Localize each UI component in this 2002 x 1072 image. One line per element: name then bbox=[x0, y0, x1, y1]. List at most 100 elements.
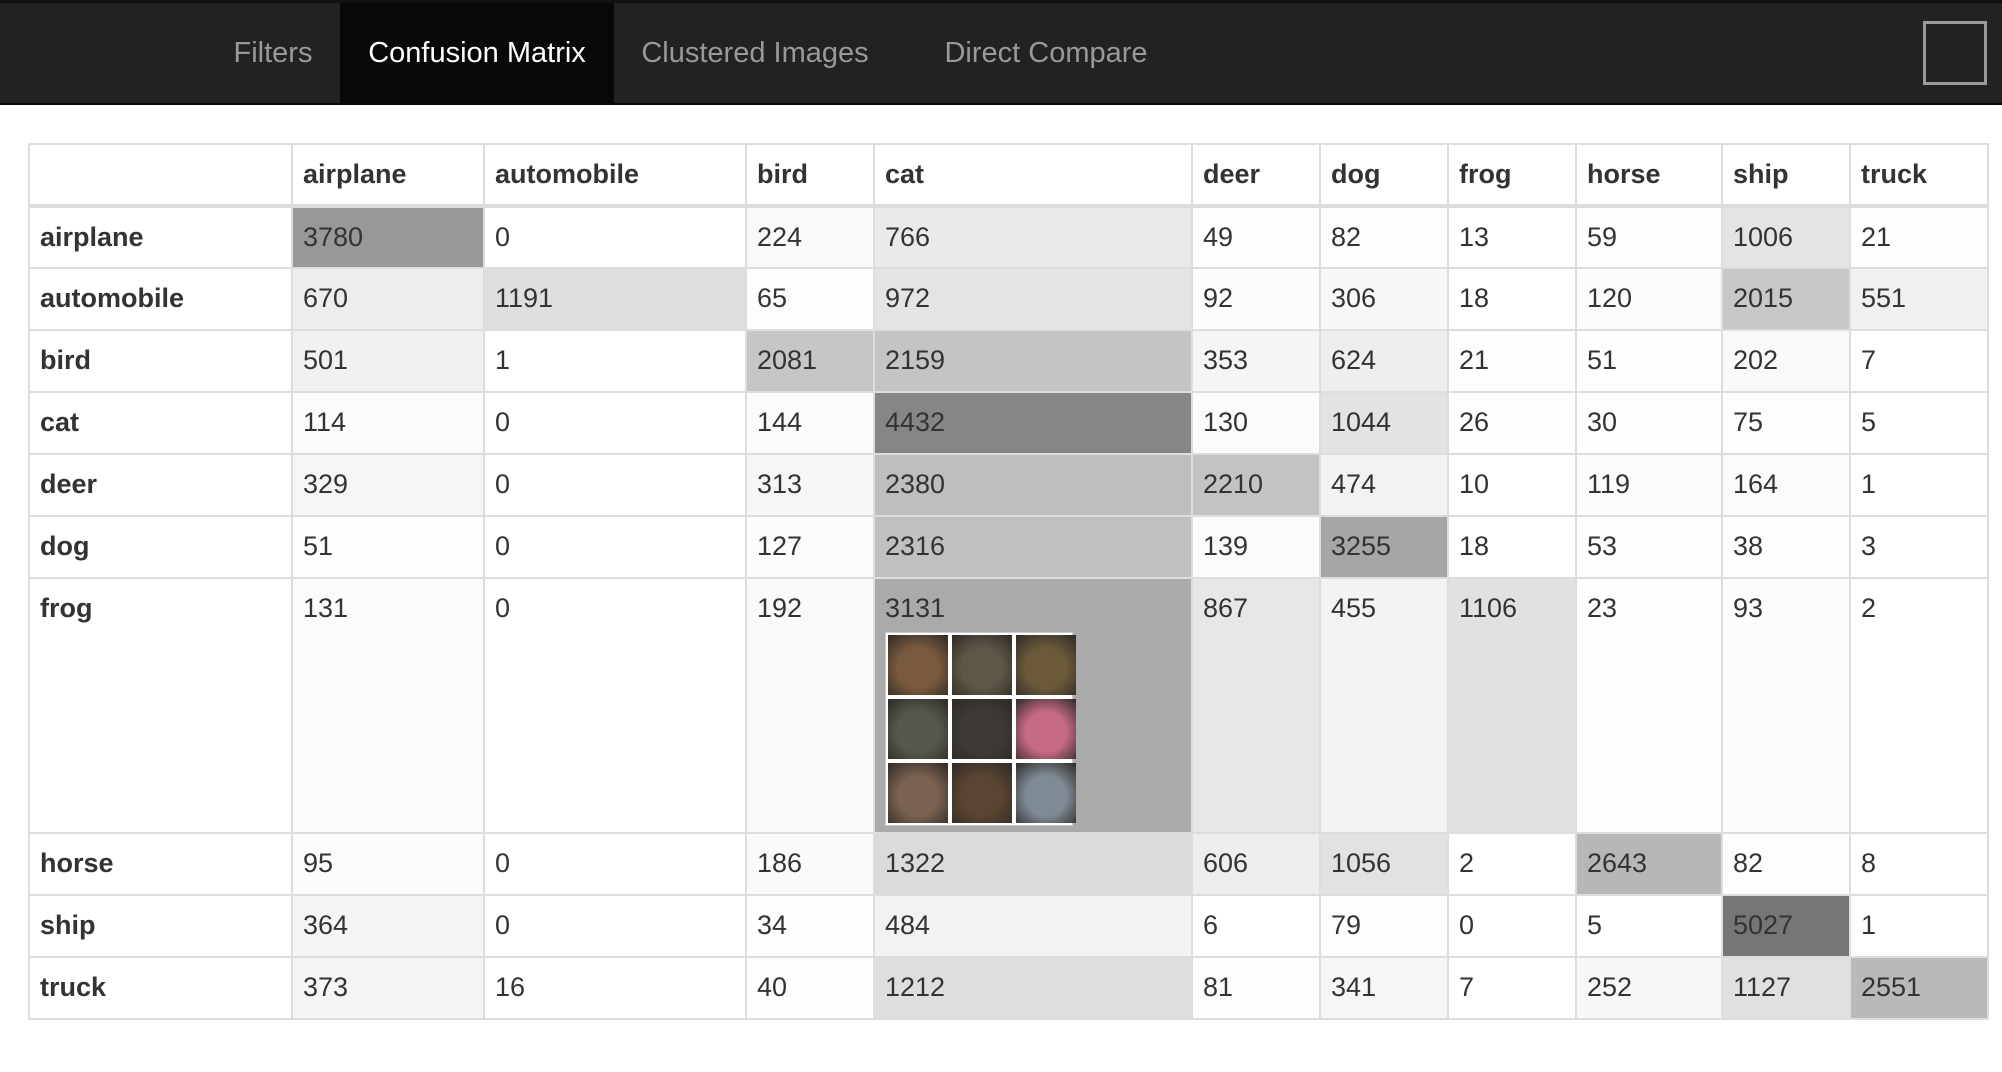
matrix-cell[interactable]: 2210 bbox=[1191, 453, 1321, 517]
matrix-cell[interactable]: 202 bbox=[1721, 329, 1851, 393]
matrix-cell[interactable]: 2380 bbox=[873, 453, 1193, 517]
image-thumbnail[interactable] bbox=[1016, 699, 1076, 759]
matrix-cell[interactable]: 2 bbox=[1849, 577, 1989, 834]
matrix-cell[interactable]: 186 bbox=[745, 832, 875, 896]
matrix-cell[interactable]: 3780 bbox=[291, 205, 485, 269]
matrix-cell[interactable]: 3 bbox=[1849, 515, 1989, 579]
matrix-cell[interactable]: 1056 bbox=[1319, 832, 1449, 896]
matrix-cell[interactable]: 867 bbox=[1191, 577, 1321, 834]
image-thumbnail[interactable] bbox=[888, 635, 948, 695]
matrix-cell[interactable]: 2 bbox=[1447, 832, 1577, 896]
matrix-cell[interactable]: 49 bbox=[1191, 205, 1321, 269]
matrix-cell[interactable]: 131 bbox=[291, 577, 485, 834]
matrix-cell[interactable]: 306 bbox=[1319, 267, 1449, 331]
matrix-cell[interactable]: 1044 bbox=[1319, 391, 1449, 455]
image-thumbnail[interactable] bbox=[1016, 763, 1076, 823]
matrix-cell[interactable]: 139 bbox=[1191, 515, 1321, 579]
matrix-cell[interactable]: 1 bbox=[1849, 453, 1989, 517]
matrix-cell[interactable]: 1 bbox=[1849, 894, 1989, 958]
matrix-cell[interactable]: 82 bbox=[1319, 205, 1449, 269]
matrix-cell[interactable]: 329 bbox=[291, 453, 485, 517]
matrix-cell[interactable]: 30 bbox=[1575, 391, 1723, 455]
matrix-cell[interactable]: 5 bbox=[1849, 391, 1989, 455]
matrix-cell[interactable]: 51 bbox=[1575, 329, 1723, 393]
matrix-cell[interactable]: 0 bbox=[1447, 894, 1577, 958]
tab-direct-compare[interactable]: Direct Compare bbox=[896, 3, 1196, 103]
matrix-cell[interactable]: 252 bbox=[1575, 956, 1723, 1020]
square-icon[interactable] bbox=[1923, 21, 1987, 85]
matrix-cell[interactable]: 144 bbox=[745, 391, 875, 455]
matrix-cell[interactable]: 192 bbox=[745, 577, 875, 834]
matrix-cell[interactable]: 4432 bbox=[873, 391, 1193, 455]
matrix-cell[interactable]: 0 bbox=[483, 515, 747, 579]
matrix-cell[interactable]: 5 bbox=[1575, 894, 1723, 958]
matrix-cell[interactable]: 7 bbox=[1849, 329, 1989, 393]
image-thumbnail[interactable] bbox=[888, 699, 948, 759]
matrix-cell[interactable]: 624 bbox=[1319, 329, 1449, 393]
matrix-cell[interactable]: 93 bbox=[1721, 577, 1851, 834]
image-thumbnail[interactable] bbox=[888, 763, 948, 823]
image-thumbnail[interactable] bbox=[952, 699, 1012, 759]
matrix-cell[interactable]: 1106 bbox=[1447, 577, 1577, 834]
matrix-cell[interactable]: 95 bbox=[291, 832, 485, 896]
matrix-cell[interactable]: 21 bbox=[1447, 329, 1577, 393]
matrix-cell[interactable]: 16 bbox=[483, 956, 747, 1020]
matrix-cell[interactable]: 79 bbox=[1319, 894, 1449, 958]
matrix-cell[interactable]: 5027 bbox=[1721, 894, 1851, 958]
matrix-cell[interactable]: 53 bbox=[1575, 515, 1723, 579]
matrix-cell[interactable]: 0 bbox=[483, 832, 747, 896]
tab-confusion-matrix[interactable]: Confusion Matrix bbox=[340, 3, 614, 103]
matrix-cell[interactable]: 373 bbox=[291, 956, 485, 1020]
matrix-cell[interactable]: 766 bbox=[873, 205, 1193, 269]
matrix-cell[interactable]: 484 bbox=[873, 894, 1193, 958]
matrix-cell[interactable]: 224 bbox=[745, 205, 875, 269]
matrix-cell[interactable]: 972 bbox=[873, 267, 1193, 331]
matrix-cell[interactable]: 65 bbox=[745, 267, 875, 331]
matrix-cell[interactable]: 75 bbox=[1721, 391, 1851, 455]
matrix-cell[interactable]: 1 bbox=[483, 329, 747, 393]
matrix-cell[interactable]: 38 bbox=[1721, 515, 1851, 579]
matrix-cell[interactable]: 119 bbox=[1575, 453, 1723, 517]
image-thumbnail[interactable] bbox=[952, 763, 1012, 823]
matrix-cell[interactable]: 164 bbox=[1721, 453, 1851, 517]
matrix-cell[interactable]: 353 bbox=[1191, 329, 1321, 393]
matrix-cell[interactable]: 81 bbox=[1191, 956, 1321, 1020]
matrix-cell[interactable]: 364 bbox=[291, 894, 485, 958]
matrix-cell[interactable]: 0 bbox=[483, 577, 747, 834]
image-thumbnail[interactable] bbox=[952, 635, 1012, 695]
matrix-cell[interactable]: 26 bbox=[1447, 391, 1577, 455]
matrix-cell[interactable]: 82 bbox=[1721, 832, 1851, 896]
matrix-cell[interactable]: 51 bbox=[291, 515, 485, 579]
matrix-cell[interactable]: 670 bbox=[291, 267, 485, 331]
matrix-cell[interactable]: 341 bbox=[1319, 956, 1449, 1020]
matrix-cell[interactable]: 3131 bbox=[873, 577, 1193, 834]
matrix-cell[interactable]: 8 bbox=[1849, 832, 1989, 896]
tab-filters[interactable]: Filters bbox=[206, 3, 340, 103]
matrix-cell[interactable]: 2551 bbox=[1849, 956, 1989, 1020]
matrix-cell[interactable]: 3255 bbox=[1319, 515, 1449, 579]
matrix-cell[interactable]: 455 bbox=[1319, 577, 1449, 834]
matrix-cell[interactable]: 18 bbox=[1447, 515, 1577, 579]
matrix-cell[interactable]: 40 bbox=[745, 956, 875, 1020]
matrix-cell[interactable]: 10 bbox=[1447, 453, 1577, 517]
matrix-cell[interactable]: 92 bbox=[1191, 267, 1321, 331]
image-thumbnail[interactable] bbox=[1016, 635, 1076, 695]
matrix-cell[interactable]: 501 bbox=[291, 329, 485, 393]
matrix-cell[interactable]: 2159 bbox=[873, 329, 1193, 393]
matrix-cell[interactable]: 0 bbox=[483, 894, 747, 958]
matrix-cell[interactable]: 34 bbox=[745, 894, 875, 958]
matrix-cell[interactable]: 120 bbox=[1575, 267, 1723, 331]
tab-clustered-images[interactable]: Clustered Images bbox=[614, 3, 896, 103]
matrix-cell[interactable]: 551 bbox=[1849, 267, 1989, 331]
matrix-cell[interactable]: 13 bbox=[1447, 205, 1577, 269]
matrix-cell[interactable]: 0 bbox=[483, 453, 747, 517]
matrix-cell[interactable]: 114 bbox=[291, 391, 485, 455]
matrix-cell[interactable]: 6 bbox=[1191, 894, 1321, 958]
matrix-cell[interactable]: 1006 bbox=[1721, 205, 1851, 269]
matrix-cell[interactable]: 2643 bbox=[1575, 832, 1723, 896]
matrix-cell[interactable]: 606 bbox=[1191, 832, 1321, 896]
matrix-cell[interactable]: 1212 bbox=[873, 956, 1193, 1020]
matrix-cell[interactable]: 0 bbox=[483, 205, 747, 269]
matrix-cell[interactable]: 18 bbox=[1447, 267, 1577, 331]
matrix-cell[interactable]: 0 bbox=[483, 391, 747, 455]
